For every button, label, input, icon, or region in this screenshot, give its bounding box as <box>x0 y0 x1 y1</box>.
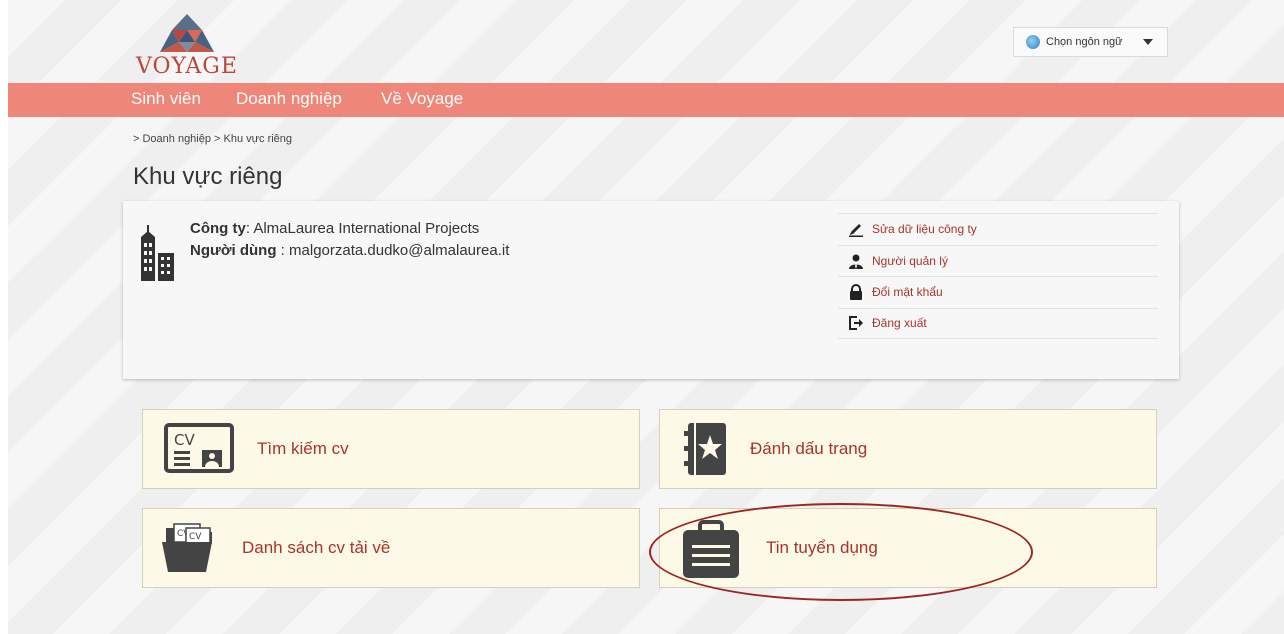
logo-text: VOYAGE <box>136 54 238 79</box>
cv-card-icon: CV <box>164 423 234 473</box>
company-info: Công ty: AlmaLaurea International Projec… <box>190 220 479 237</box>
svg-text:CV: CV <box>174 431 195 449</box>
logout-label: Đăng xuất <box>872 316 927 331</box>
nav-item-students[interactable]: Sinh viên <box>131 89 201 109</box>
main-navbar: Sinh viên Doanh nghiệp Về Voyage <box>8 83 1284 117</box>
job-posts-tile[interactable]: Tin tuyển dụng <box>659 508 1157 588</box>
edit-company-data-label: Sửa dữ liệu công ty <box>872 222 977 237</box>
downloaded-cv-tile[interactable]: CV CV Danh sách cv tải về <box>142 508 640 588</box>
bookmark-tile[interactable]: Đánh dấu trang <box>659 409 1157 489</box>
bookmark-label: Đánh dấu trang <box>750 439 868 458</box>
user-value: : malgorzata.dudko@almalaurea.it <box>276 242 510 259</box>
manager-label: Người quản lý <box>872 253 948 268</box>
bookmark-book-icon <box>684 423 726 475</box>
svg-text:CV: CV <box>189 532 202 542</box>
lock-icon <box>848 284 864 301</box>
edit-company-data-link[interactable]: Sửa dữ liệu công ty <box>838 213 1158 245</box>
downloaded-cv-label: Danh sách cv tải về <box>242 538 391 557</box>
manager-icon <box>848 253 864 269</box>
user-info: Người dùng : malgorzata.dudko@almalaurea… <box>190 242 509 259</box>
logout-link[interactable]: Đăng xuất <box>838 307 1158 339</box>
change-password-link[interactable]: Đổi mật khẩu <box>838 276 1158 308</box>
search-cv-label: Tìm kiếm cv <box>257 439 349 458</box>
user-label: Người dùng <box>190 242 277 259</box>
profile-panel: Công ty: AlmaLaurea International Projec… <box>123 201 1179 379</box>
language-selector-label: Chọn ngôn ngữ <box>1046 36 1123 48</box>
job-posts-label: Tin tuyển dụng <box>766 538 878 557</box>
logout-icon <box>848 315 864 331</box>
folder-cv-icon: CV CV <box>162 523 212 572</box>
manager-link[interactable]: Người quản lý <box>838 244 1158 277</box>
pencil-icon <box>848 221 864 238</box>
page-title: Khu vực riêng <box>133 163 283 190</box>
language-selector[interactable]: Chọn ngôn ngữ <box>1013 27 1168 57</box>
account-actions: Sửa dữ liệu công ty Người quản lý Đổi mậ… <box>838 213 1158 339</box>
nav-item-about[interactable]: Về Voyage <box>381 89 463 109</box>
nav-item-enterprises[interactable]: Doanh nghiệp <box>236 89 342 109</box>
change-password-label: Đổi mật khẩu <box>872 285 943 300</box>
company-label: Công ty <box>190 220 246 237</box>
briefcase-icon <box>683 520 739 578</box>
voyage-logo-icon <box>160 14 214 52</box>
logo[interactable]: VOYAGE <box>136 12 238 79</box>
breadcrumb[interactable]: > Doanh nghiệp > Khu vực riêng <box>133 133 292 145</box>
building-icon <box>141 225 174 281</box>
dropdown-arrow-icon <box>1143 39 1153 45</box>
search-cv-tile[interactable]: CV Tìm kiếm cv <box>142 409 640 489</box>
globe-icon <box>1026 35 1040 49</box>
company-value: : AlmaLaurea International Projects <box>245 220 480 237</box>
